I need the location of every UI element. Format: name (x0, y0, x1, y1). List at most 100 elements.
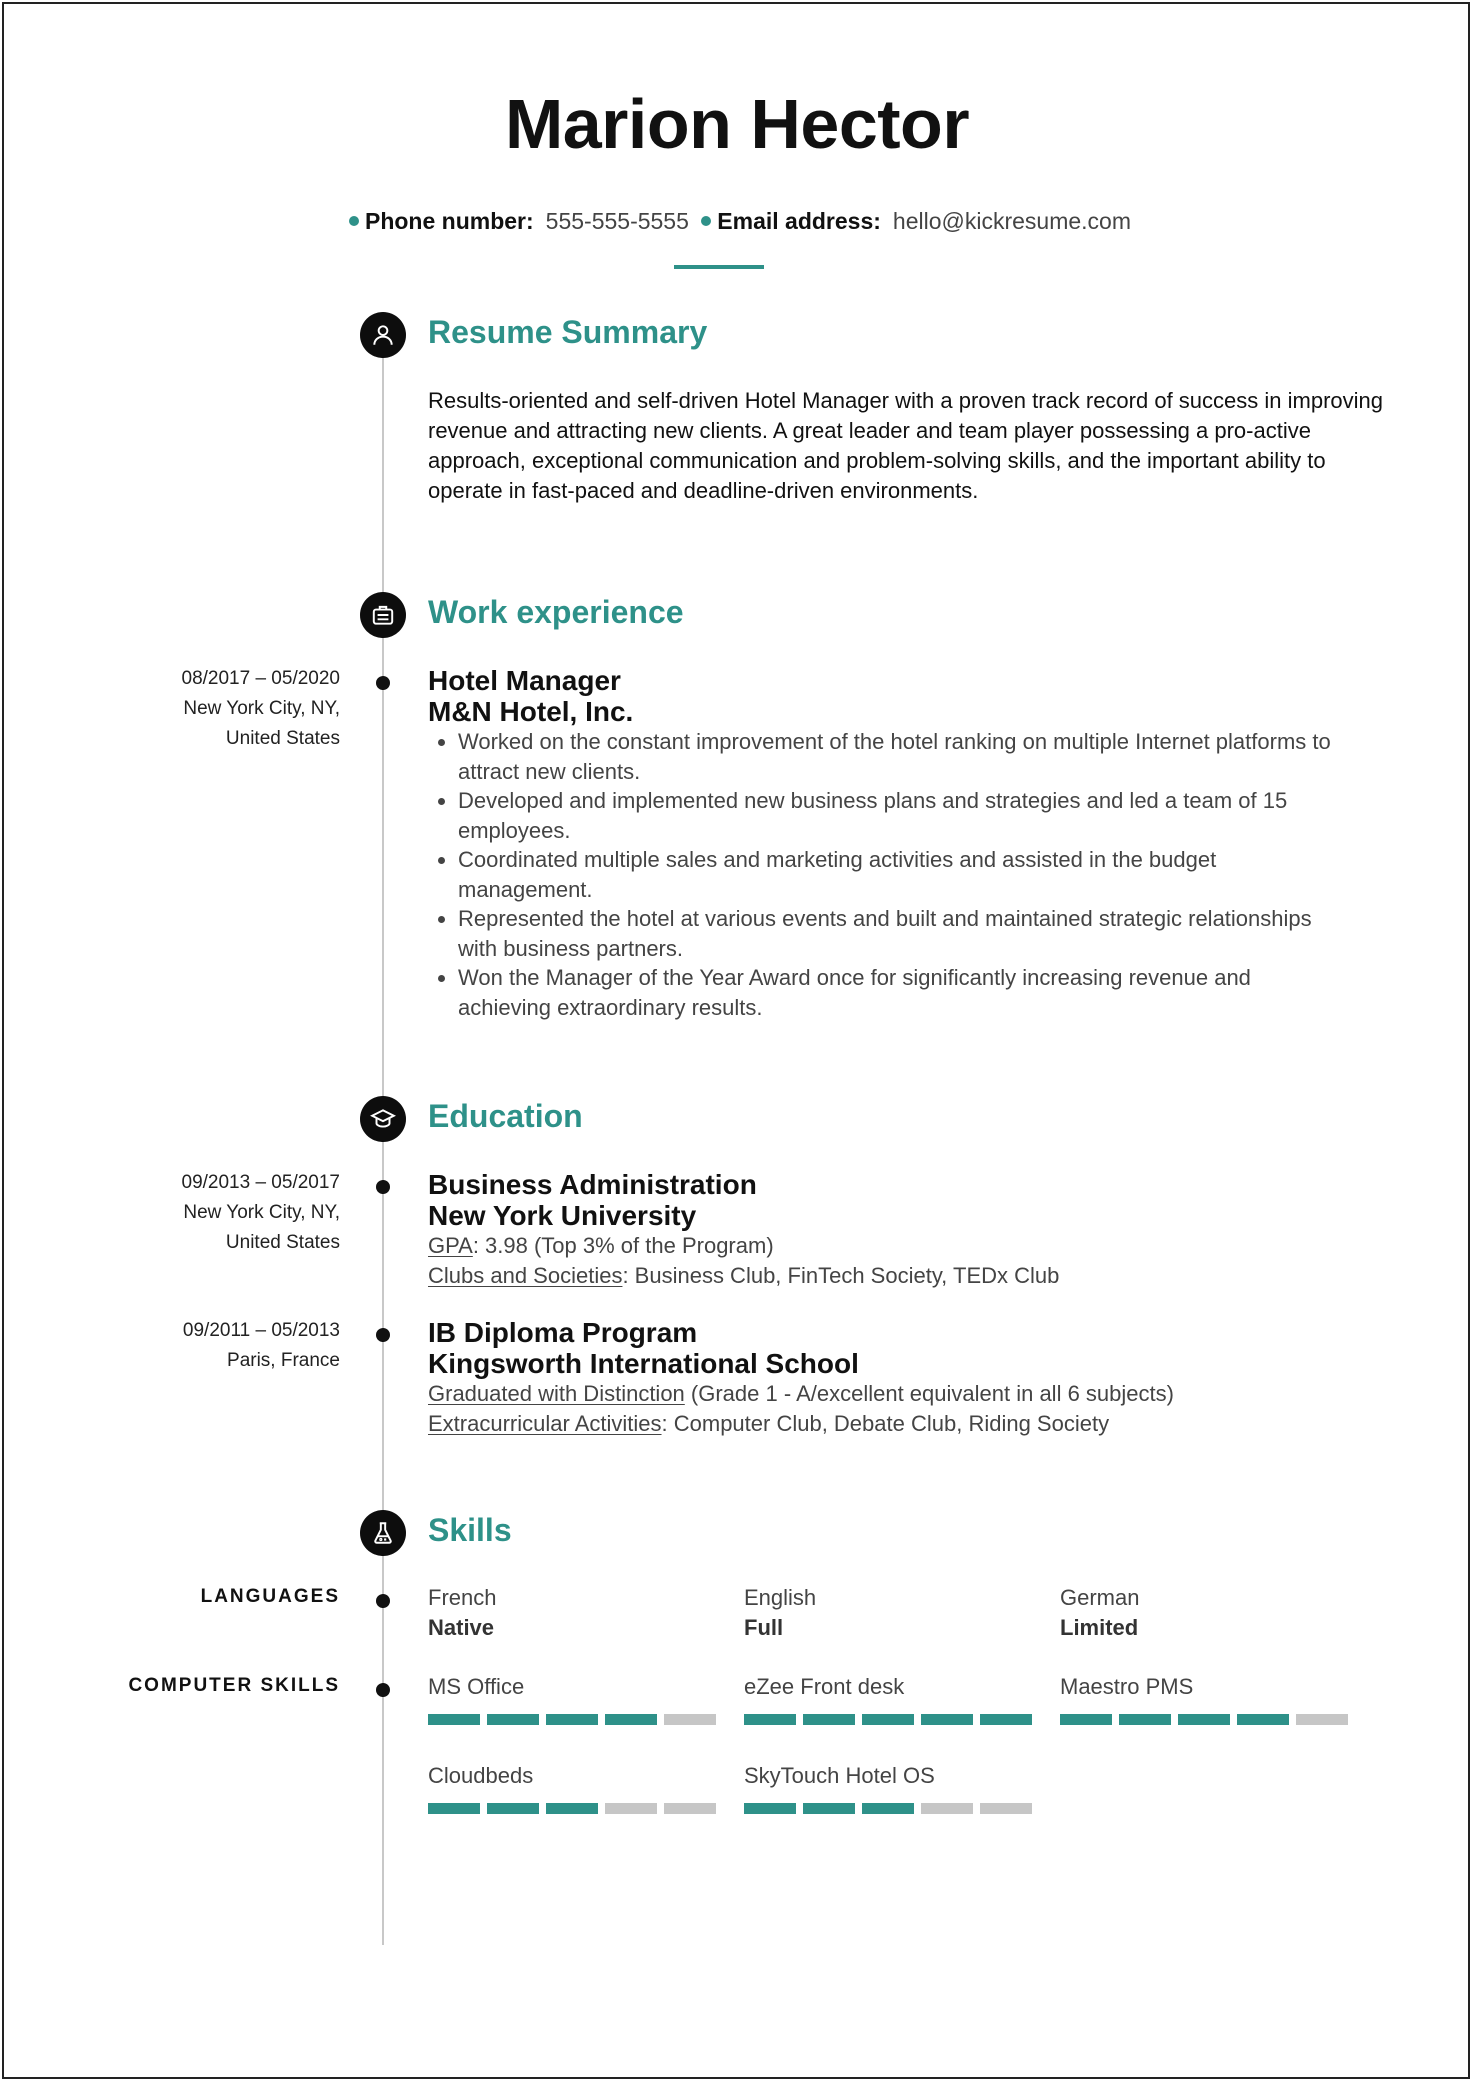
rating-segment-filled (1060, 1714, 1112, 1725)
job-bullet: Coordinated multiple sales and marketing… (458, 845, 1338, 904)
timeline-marker (376, 1328, 390, 1342)
edu-meta: 09/2013 – 05/2017 New York City, NY, Uni… (80, 1168, 341, 1258)
education-title: Education (428, 1098, 583, 1134)
rating-segment-empty (664, 1803, 716, 1814)
rating-segment-empty (605, 1803, 657, 1814)
edu-detail: Extracurricular Activities: Computer Clu… (428, 1409, 1388, 1439)
skill-name: Cloudbeds (428, 1763, 534, 1788)
rating-segment-filled (546, 1803, 598, 1814)
language-name: German (1060, 1585, 1140, 1610)
bullet-dot (701, 216, 712, 227)
flask-icon (360, 1510, 406, 1556)
language-name: English (744, 1585, 817, 1610)
job-location-country: United States (225, 728, 340, 749)
edu-detail-text: : Business Club, FinTech Society, TEDx C… (622, 1263, 1060, 1288)
timeline-line (382, 340, 384, 1945)
language-name: French (428, 1585, 497, 1610)
computer-skill: eZee Front desk (744, 1672, 1034, 1725)
edu-school: New York University (428, 1200, 697, 1231)
rating-segment-filled (803, 1803, 855, 1814)
rating-segment-filled (921, 1714, 973, 1725)
rating-segment-filled (1178, 1714, 1230, 1725)
person-icon (360, 312, 406, 358)
skill-rating (428, 1803, 718, 1814)
skill-rating (428, 1714, 718, 1725)
rating-segment-filled (862, 1803, 914, 1814)
edu-meta: 09/2011 – 05/2013 Paris, France (80, 1316, 340, 1376)
edu-detail-label: GPA (428, 1233, 473, 1258)
language-level: Full (744, 1615, 784, 1640)
computer-skill: Cloudbeds (428, 1761, 718, 1814)
work-title: Work experience (428, 594, 684, 630)
rating-segment-filled (803, 1714, 855, 1725)
language-item: French Native (428, 1583, 718, 1643)
edu-location: Paris, France (227, 1350, 340, 1371)
edu-detail: Clubs and Societies: Business Club, FinT… (428, 1261, 1388, 1291)
rating-segment-filled (1237, 1714, 1289, 1725)
candidate-name: Marion Hector (504, 85, 970, 163)
job-bullet: Worked on the constant improvement of th… (458, 727, 1338, 786)
computer-skill: MS Office (428, 1672, 718, 1725)
summary-title: Resume Summary (428, 314, 708, 350)
job-bullet: Represented the hotel at various events … (458, 904, 1338, 963)
edu-detail-label: Clubs and Societies (428, 1263, 623, 1288)
job-meta: 08/2017 – 05/2020 New York City, NY, Uni… (80, 664, 341, 754)
bullet-dot (348, 216, 359, 227)
rating-segment-filled (487, 1803, 539, 1814)
rating-segment-empty (664, 1714, 716, 1725)
edu-location: New York City, NY, (183, 1202, 340, 1223)
page-border (2, 2, 1470, 2079)
rating-segment-filled (980, 1714, 1032, 1725)
edu-detail: GPA: 3.98 (Top 3% of the Program) (428, 1231, 1388, 1261)
contact-line: Phone number: 555-555-5555 Email address:… (0, 208, 1474, 235)
job-bullet: Won the Manager of the Year Award once f… (458, 963, 1338, 1022)
skills-title: Skills (428, 1512, 512, 1548)
graduation-cap-icon (360, 1096, 406, 1142)
edu-detail: Graduated with Distinction (Grade 1 - A/… (428, 1379, 1388, 1409)
edu-detail-label: Extracurricular Activities (428, 1411, 662, 1436)
skill-name: SkyTouch Hotel OS (744, 1763, 935, 1788)
rating-segment-filled (428, 1803, 480, 1814)
edu-entry: Business Administration New York Univers… (428, 1169, 1388, 1291)
timeline-marker (376, 1594, 390, 1608)
skill-rating (1060, 1714, 1350, 1725)
rating-segment-empty (921, 1803, 973, 1814)
computer-skill: SkyTouch Hotel OS (744, 1761, 1034, 1814)
edu-entry: IB Diploma Program Kingsworth Internatio… (428, 1317, 1388, 1439)
skill-rating (744, 1714, 1034, 1725)
rating-segment-empty (1296, 1714, 1348, 1725)
edu-dates: 09/2013 – 05/2017 (181, 1172, 341, 1193)
rating-segment-empty (980, 1803, 1032, 1814)
email-value[interactable]: hello@kickresume.com (893, 208, 1131, 234)
job-bullets: Worked on the constant improvement of th… (428, 727, 1338, 1022)
timeline-marker (376, 676, 390, 690)
skill-name: eZee Front desk (744, 1674, 905, 1699)
rating-segment-filled (605, 1714, 657, 1725)
languages-label: LANGUAGES (200, 1586, 340, 1607)
rating-segment-filled (487, 1714, 539, 1725)
phone-label: Phone number: (364, 208, 534, 234)
rating-segment-filled (546, 1714, 598, 1725)
edu-detail-text: : Computer Club, Debate Club, Riding Soc… (661, 1411, 1110, 1436)
email-label: Email address: (717, 208, 881, 234)
computer-skills-label: COMPUTER SKILLS (128, 1675, 340, 1696)
skill-rating (744, 1803, 1034, 1814)
rating-segment-filled (428, 1714, 480, 1725)
job-bullet: Developed and implemented new business p… (458, 786, 1338, 845)
job-location: New York City, NY, (183, 698, 340, 719)
edu-location-country: United States (225, 1232, 340, 1253)
edu-detail-label: Graduated with Distinction (428, 1381, 685, 1406)
edu-school: Kingsworth International School (428, 1348, 859, 1379)
header-divider (674, 265, 764, 269)
rating-segment-filled (744, 1803, 796, 1814)
edu-dates: 09/2011 – 05/2013 (182, 1320, 340, 1341)
edu-detail-text: : 3.98 (Top 3% of the Program) (472, 1233, 774, 1258)
skill-name: Maestro PMS (1060, 1674, 1194, 1699)
computer-skill: Maestro PMS (1060, 1672, 1350, 1725)
job-company: M&N Hotel, Inc. (428, 696, 634, 727)
summary-text: Results-oriented and self-driven Hotel M… (428, 388, 1383, 503)
rating-segment-filled (744, 1714, 796, 1725)
timeline-marker (376, 1180, 390, 1194)
language-level: Limited (1060, 1615, 1139, 1640)
timeline-marker (376, 1683, 390, 1697)
